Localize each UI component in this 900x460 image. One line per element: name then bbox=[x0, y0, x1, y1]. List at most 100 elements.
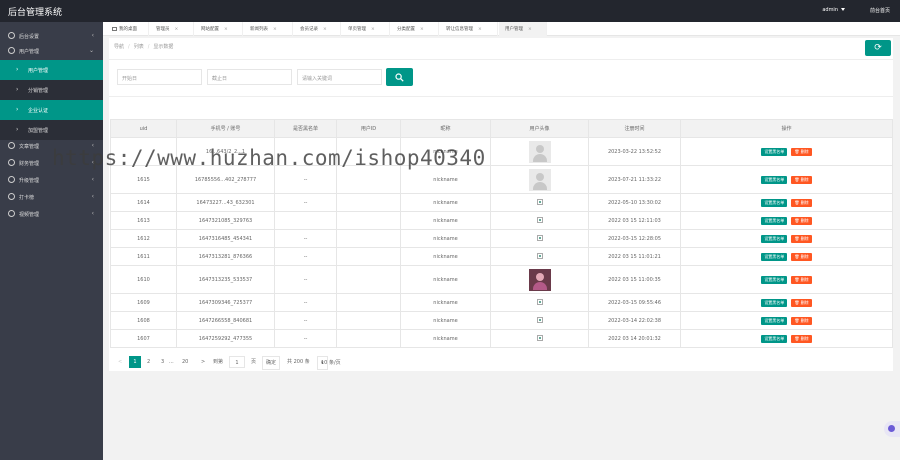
sidebar-subitem-user-manage[interactable]: › 用户管理 bbox=[0, 60, 103, 80]
delete-button[interactable]: 🗑 删除 bbox=[791, 216, 812, 225]
close-icon[interactable]: × bbox=[224, 27, 228, 32]
close-icon[interactable]: × bbox=[528, 27, 532, 32]
cell-userid bbox=[336, 229, 401, 248]
sidebar-item-video[interactable]: 视频管理 ‹ bbox=[0, 204, 103, 224]
close-icon[interactable]: × bbox=[371, 27, 375, 32]
sidebar-item-users[interactable]: 用户管理 ⌄ bbox=[0, 41, 103, 61]
goto-confirm-button[interactable]: 确定 bbox=[262, 356, 281, 370]
chevron-right-icon: › bbox=[16, 106, 19, 113]
cell-blacklist: -- bbox=[274, 193, 337, 212]
set-blacklist-button[interactable]: 设置黑名单 bbox=[761, 298, 788, 307]
set-blacklist-button[interactable]: 设置黑名单 bbox=[761, 198, 788, 207]
sidebar-subitem-distribution[interactable]: › 分销管理 bbox=[0, 80, 103, 100]
set-blacklist-button[interactable]: 设置黑名单 bbox=[761, 316, 788, 325]
cell-avatar bbox=[490, 247, 589, 266]
chevron-right-icon: › bbox=[16, 66, 19, 73]
end-date-input[interactable]: 截止日 bbox=[207, 69, 292, 85]
cell-uid: 1608 bbox=[110, 311, 177, 330]
tab-user-manage[interactable]: 用户管理 × bbox=[499, 22, 547, 36]
delete-button[interactable]: 🗑 删除 bbox=[791, 316, 812, 325]
close-icon[interactable]: × bbox=[273, 27, 277, 32]
cell-blacklist: -- bbox=[274, 293, 337, 312]
cell-phone: 1647313281_876366 bbox=[176, 247, 275, 266]
refresh-button[interactable]: ⟳ bbox=[865, 40, 891, 56]
page-1[interactable]: 1 bbox=[129, 356, 141, 368]
content-panel: 导航 / 列表 / 显示数据 ⟳ 开始日 截止日 请输入关键词 uid 手机号 / 账号… bbox=[109, 38, 893, 371]
broken-image-icon bbox=[536, 317, 543, 324]
col-userid: 用户ID bbox=[336, 119, 401, 138]
floating-service-button[interactable] bbox=[884, 421, 900, 437]
delete-button[interactable]: 🗑 删除 bbox=[791, 252, 812, 261]
search-button[interactable] bbox=[386, 68, 413, 86]
user-menu[interactable]: admin bbox=[822, 7, 845, 13]
tab-site-config[interactable]: 网站配置 × bbox=[195, 22, 243, 36]
page-3[interactable]: 3 bbox=[161, 356, 164, 368]
col-uid[interactable]: uid bbox=[110, 119, 177, 138]
delete-button[interactable]: 🗑 删除 bbox=[791, 298, 812, 307]
tab-transfer-info[interactable]: 转让信息管理 × bbox=[440, 22, 498, 36]
delete-button[interactable]: 🗑 删除 bbox=[791, 175, 812, 184]
avatar bbox=[528, 168, 551, 191]
set-blacklist-button[interactable]: 设置黑名单 bbox=[761, 175, 788, 184]
cell-avatar bbox=[490, 137, 589, 166]
start-date-input[interactable]: 开始日 bbox=[117, 69, 202, 85]
set-blacklist-button[interactable]: 设置黑名单 bbox=[761, 216, 788, 225]
keyword-input[interactable]: 请输入关键词 bbox=[297, 69, 382, 85]
delete-button[interactable]: 🗑 删除 bbox=[791, 198, 812, 207]
cell-nickname: nickname bbox=[400, 247, 491, 266]
frontend-home-link[interactable]: 前台首页 bbox=[870, 7, 890, 14]
top-bar: 后台管理系统 admin 前台首页 bbox=[0, 0, 900, 22]
cell-register-time: 2022-03-15 12:28:05 bbox=[588, 229, 681, 248]
delete-button[interactable]: 🗑 删除 bbox=[791, 147, 812, 156]
set-blacklist-button[interactable]: 设置黑名单 bbox=[761, 147, 788, 156]
cell-nickname: nickname bbox=[400, 311, 491, 330]
delete-button[interactable]: 🗑 删除 bbox=[791, 234, 812, 243]
cell-register-time: 2022-03-15 09:55:46 bbox=[588, 293, 681, 312]
close-icon[interactable]: × bbox=[420, 27, 424, 32]
tab-desktop[interactable]: 我的桌面 bbox=[107, 22, 149, 36]
col-nickname: 昵称 bbox=[400, 119, 491, 138]
tab-single-page[interactable]: 单页管理 × bbox=[342, 22, 390, 36]
breadcrumb: 导航 / 列表 / 显示数据 bbox=[114, 44, 174, 50]
set-blacklist-button[interactable]: 设置黑名单 bbox=[761, 234, 788, 243]
set-blacklist-button[interactable]: 设置黑名单 bbox=[761, 275, 788, 284]
tab-category-config[interactable]: 分类配置 × bbox=[391, 22, 439, 36]
cell-nickname: nickname bbox=[400, 265, 491, 294]
avatar bbox=[528, 140, 551, 163]
cell-register-time: 2022 03 15 12:11:03 bbox=[588, 211, 681, 230]
cell-avatar bbox=[490, 265, 589, 294]
cell-actions: 设置黑名单 🗑 删除 bbox=[680, 329, 893, 348]
cell-uid: 1613 bbox=[110, 211, 177, 230]
page-ellipsis: ... bbox=[169, 359, 174, 365]
tab-admin[interactable]: 管理员 × bbox=[150, 22, 194, 36]
cell-nickname: nickname bbox=[400, 329, 491, 348]
set-blacklist-button[interactable]: 设置黑名单 bbox=[761, 334, 788, 343]
goto-page-input[interactable]: 1 bbox=[229, 356, 245, 368]
table-row: 1614 16473227...43_632301 -- nickname 2022-0… bbox=[110, 193, 893, 212]
table-row: 1609 1647309346_725377 -- nickname 2022-03-1… bbox=[110, 293, 893, 312]
cell-userid bbox=[336, 329, 401, 348]
cell-avatar bbox=[490, 165, 589, 194]
sidebar-subitem-enterprise-auth[interactable]: › 企业认证 bbox=[0, 100, 103, 120]
divider bbox=[109, 96, 893, 97]
set-blacklist-button[interactable]: 设置黑名单 bbox=[761, 252, 788, 261]
delete-button[interactable]: 🗑 删除 bbox=[791, 334, 812, 343]
close-icon[interactable]: × bbox=[478, 27, 482, 32]
page-2[interactable]: 2 bbox=[147, 356, 150, 368]
per-page-select[interactable]: 10 条/页 ▾ bbox=[317, 356, 341, 370]
close-icon[interactable]: × bbox=[175, 27, 179, 32]
page-last[interactable]: 20 bbox=[182, 356, 188, 368]
cell-phone: 1647309346_725377 bbox=[176, 293, 275, 312]
avatar bbox=[528, 268, 551, 291]
cell-userid bbox=[336, 311, 401, 330]
cell-avatar bbox=[490, 329, 589, 348]
tab-member-records[interactable]: 会员记录 × bbox=[294, 22, 341, 36]
tab-news-list[interactable]: 新闻列表 × bbox=[244, 22, 293, 36]
close-icon[interactable]: × bbox=[323, 27, 327, 32]
delete-button[interactable]: 🗑 删除 bbox=[791, 275, 812, 284]
cell-actions: 设置黑名单 🗑 删除 bbox=[680, 311, 893, 330]
cell-uid: 1611 bbox=[110, 247, 177, 266]
next-page-button[interactable]: > bbox=[201, 356, 205, 368]
cell-userid bbox=[336, 247, 401, 266]
prev-page-button[interactable]: < bbox=[118, 356, 122, 368]
